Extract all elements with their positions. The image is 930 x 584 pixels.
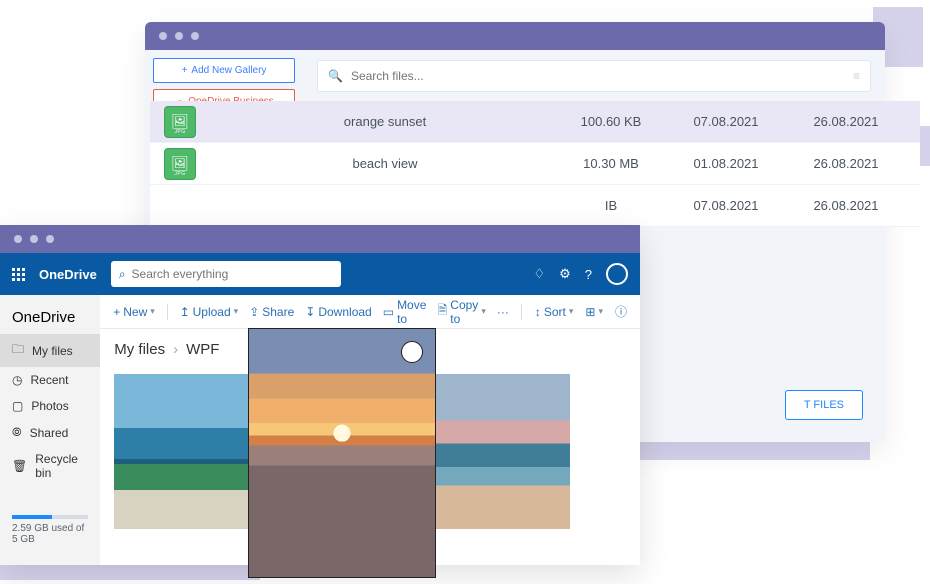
file-rows: 🖼JPG orange sunset 100.60 KB 07.08.2021 …	[150, 101, 920, 227]
nav-recent[interactable]: ◷Recent	[0, 367, 100, 393]
od-sidebar: OneDrive 🗀My files ◷Recent ▢Photos ⦾Shar…	[0, 295, 100, 565]
wp-titlebar	[145, 22, 885, 50]
chevron-down-icon: ▾	[598, 306, 603, 317]
od-titlebar	[0, 225, 640, 253]
menu-icon[interactable]: ≡	[853, 69, 860, 83]
view-button[interactable]: ⊞▾	[582, 305, 606, 319]
people-icon: ⦾	[12, 425, 22, 440]
file-size: IB	[556, 198, 666, 213]
add-gallery-button[interactable]: + Add New Gallery	[153, 58, 295, 83]
download-button[interactable]: ↧Download	[302, 305, 374, 319]
clock-icon: ◷	[12, 373, 22, 387]
file-image-icon: 🖼JPG	[164, 106, 196, 138]
od-side-title: OneDrive	[0, 305, 100, 334]
chevron-right-icon: ›	[173, 341, 178, 358]
file-title: beach view	[214, 156, 556, 171]
copyto-button[interactable]: 🗎Copy to▾	[435, 298, 489, 326]
file-date-modified: 26.08.2021	[786, 156, 906, 171]
plus-icon: +	[113, 305, 120, 319]
chevron-down-icon: ▾	[150, 306, 155, 317]
od-topbar: OneDrive ⌕ ♢ ⚙ ?	[0, 253, 640, 295]
chevron-down-icon: ▾	[569, 306, 574, 317]
select-files-button[interactable]: T FILES	[785, 390, 863, 420]
od-search-input[interactable]	[132, 267, 333, 281]
select-circle[interactable]	[401, 341, 423, 363]
storage-info: 2.59 GB used of 5 GB	[0, 505, 100, 555]
sort-icon: ↕	[535, 305, 541, 319]
file-size: 100.60 KB	[556, 114, 666, 129]
thumb-beach-aerial[interactable]	[114, 374, 254, 529]
share-icon: ⇪	[249, 305, 259, 319]
grid-icon: ⊞	[585, 305, 595, 319]
file-date-added: 01.08.2021	[666, 156, 786, 171]
search-icon: 🔍	[328, 69, 343, 83]
file-image-icon: 🖼JPG	[164, 148, 196, 180]
plus-icon: +	[182, 65, 188, 76]
sort-button[interactable]: ↕Sort▾	[532, 305, 577, 319]
file-date-modified: 26.08.2021	[786, 198, 906, 213]
premium-icon[interactable]: ♢	[533, 266, 545, 282]
settings-icon[interactable]: ⚙	[559, 266, 571, 282]
info-button[interactable]: ⓘ	[612, 303, 630, 320]
search-files[interactable]: 🔍 ≡	[317, 60, 871, 92]
info-icon: ⓘ	[615, 303, 627, 320]
nav-shared[interactable]: ⦾Shared	[0, 419, 100, 446]
more-button[interactable]: ···	[494, 305, 512, 319]
file-date-modified: 26.08.2021	[786, 114, 906, 129]
share-button[interactable]: ⇪Share	[246, 305, 297, 319]
photo-icon: ▢	[12, 399, 23, 413]
trash-icon: 🗑	[12, 459, 27, 473]
help-icon[interactable]: ?	[585, 267, 592, 282]
crumb-root[interactable]: My files	[114, 341, 165, 358]
onedrive-brand: OneDrive	[39, 267, 97, 282]
move-icon: ▭	[383, 305, 394, 319]
upload-button[interactable]: ↥Upload▾	[177, 305, 242, 319]
nav-photos[interactable]: ▢Photos	[0, 393, 100, 419]
table-row[interactable]: 🖼JPG beach view 10.30 MB 01.08.2021 26.0…	[150, 143, 920, 185]
nav-my-files[interactable]: 🗀My files	[0, 334, 100, 367]
app-launcher-icon[interactable]	[12, 268, 25, 281]
od-toolbar: +New▾ ↥Upload▾ ⇪Share ↧Download ▭Move to…	[100, 295, 640, 329]
table-row[interactable]: 🖼JPG orange sunset 100.60 KB 07.08.2021 …	[150, 101, 920, 143]
file-date-added: 07.08.2021	[666, 198, 786, 213]
storage-bar	[12, 515, 88, 519]
od-search[interactable]: ⌕	[111, 261, 341, 287]
preview-image-sunset	[249, 329, 435, 577]
file-title: orange sunset	[214, 114, 556, 129]
nav-recycle[interactable]: 🗑Recycle bin	[0, 446, 100, 486]
chevron-down-icon: ▾	[481, 306, 486, 317]
moveto-button[interactable]: ▭Move to	[380, 298, 430, 326]
add-gallery-label: Add New Gallery	[191, 65, 266, 76]
upload-icon: ↥	[180, 305, 190, 319]
folder-icon: 🗀	[12, 340, 24, 361]
chevron-down-icon: ▾	[234, 306, 239, 317]
file-size: 10.30 MB	[556, 156, 666, 171]
preview-popout[interactable]	[248, 328, 436, 578]
crumb-current: WPF	[186, 341, 219, 358]
avatar[interactable]	[606, 263, 628, 285]
file-date-added: 07.08.2021	[666, 114, 786, 129]
new-button[interactable]: +New▾	[110, 305, 158, 319]
thumb-beach-pink[interactable]	[430, 374, 570, 529]
search-icon: ⌕	[119, 267, 126, 282]
copy-icon: 🗎	[438, 301, 448, 322]
table-row[interactable]: IB 07.08.2021 26.08.2021	[150, 185, 920, 227]
search-input[interactable]	[351, 69, 845, 83]
download-icon: ↧	[305, 305, 315, 319]
